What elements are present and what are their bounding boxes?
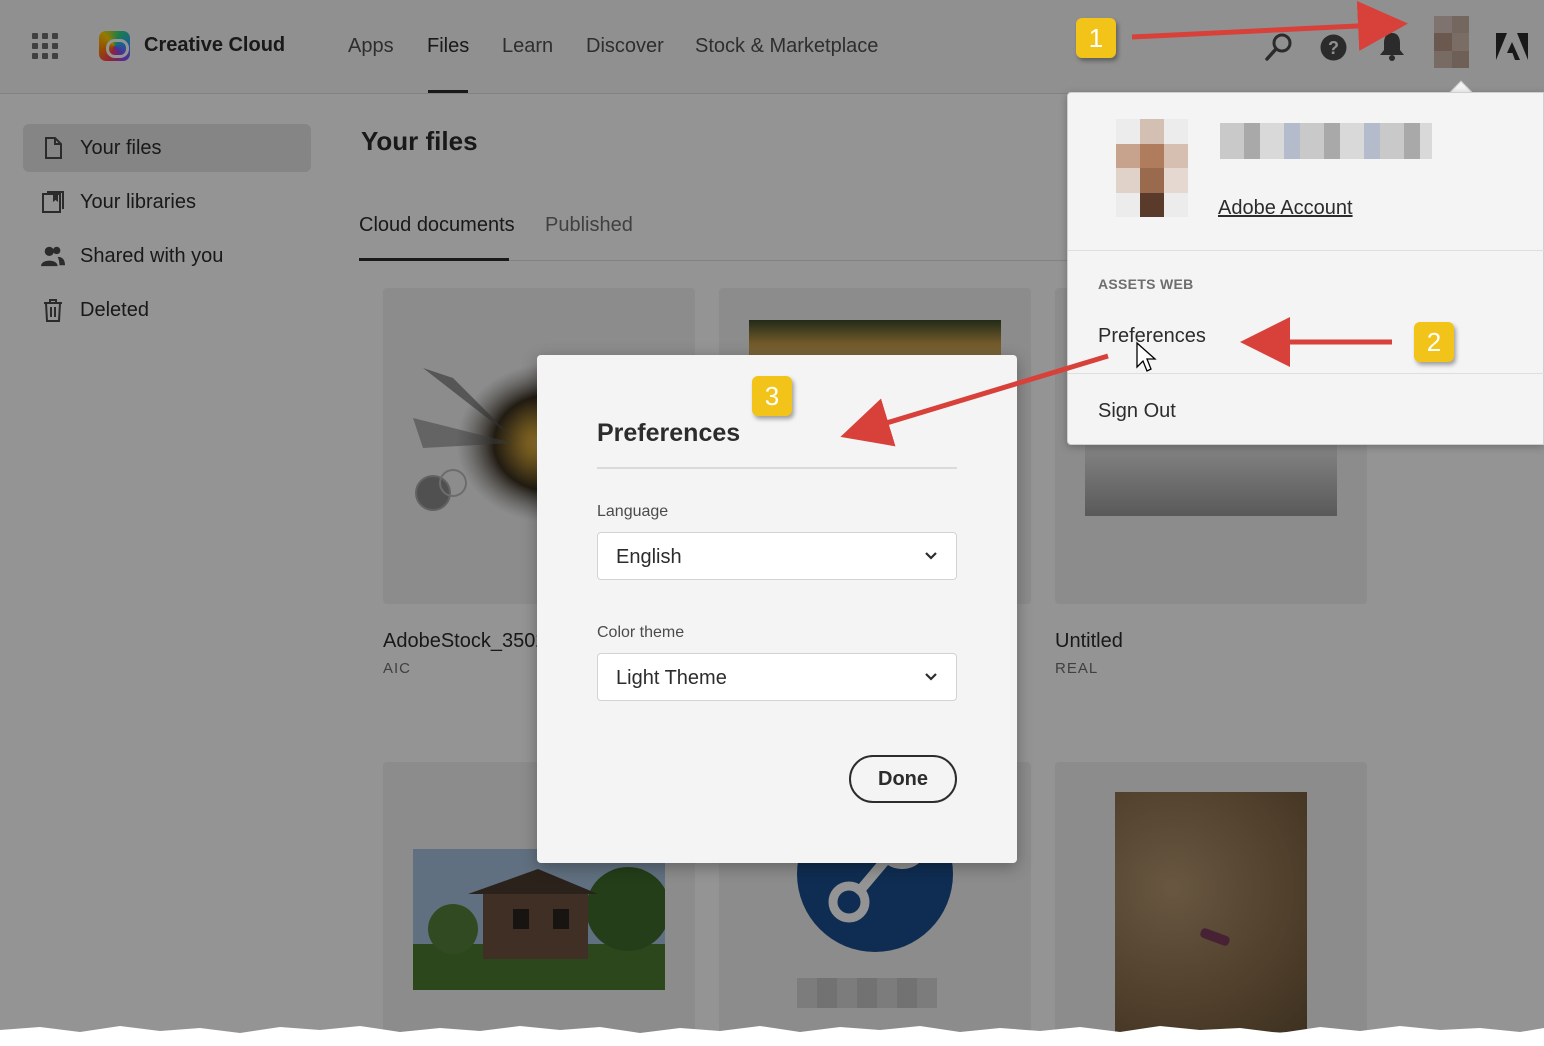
arrow-to-avatar	[1131, 0, 1408, 51]
arrow-to-dialog	[840, 353, 1109, 447]
torn-edge-decoration	[0, 1026, 1544, 1046]
annotation-arrows	[840, 0, 1408, 447]
step-badge-2: 2	[1414, 322, 1454, 362]
step-badge-1: 1	[1076, 18, 1116, 58]
mouse-cursor-icon	[1136, 341, 1157, 372]
step-badge-3: 3	[752, 376, 792, 416]
